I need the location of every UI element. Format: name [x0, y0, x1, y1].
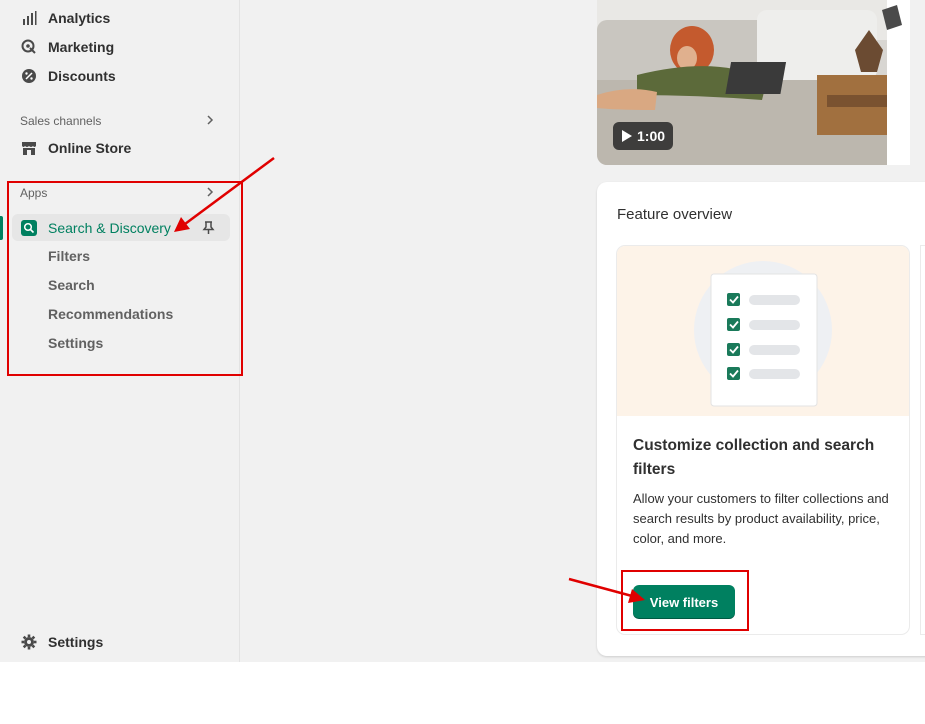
sidebar-item-settings[interactable]: Settings — [20, 631, 103, 653]
sidebar-subitem-recommendations[interactable]: Recommendations — [48, 306, 173, 322]
next-feature-card-edge — [921, 246, 925, 634]
feature-illustration — [617, 246, 909, 416]
analytics-icon — [20, 9, 38, 27]
sidebar-item-label: Search & Discovery — [48, 220, 171, 236]
video-duration: 1:00 — [637, 128, 666, 144]
active-indicator — [0, 216, 3, 240]
video-duration-badge[interactable]: 1:00 — [613, 122, 673, 150]
feature-card: Customize collection and search filters … — [617, 246, 909, 634]
play-icon — [622, 130, 632, 142]
sidebar-subitem-settings[interactable]: Settings — [48, 335, 103, 351]
feature-card-title: Customize collection and search filters — [633, 437, 875, 478]
discounts-icon — [20, 67, 38, 85]
sidebar-item-label: Settings — [48, 634, 104, 650]
sidebar-item-label: Marketing — [48, 39, 115, 55]
sidebar-item-discounts[interactable]: Discounts — [20, 65, 116, 87]
sidebar-item-label: Analytics — [48, 10, 111, 26]
gear-icon — [20, 633, 38, 651]
store-icon — [20, 139, 38, 157]
sidebar-subitem-filters[interactable]: Filters — [48, 248, 90, 264]
pin-icon[interactable] — [202, 221, 215, 235]
sidebar-item-online-store[interactable]: Online Store — [20, 137, 131, 159]
marketing-icon — [20, 38, 38, 56]
view-filters-button[interactable]: View filters — [633, 585, 735, 619]
sidebar-item-analytics[interactable]: Analytics — [20, 7, 110, 29]
chevron-right-icon[interactable] — [205, 187, 215, 197]
sidebar-subitem-search[interactable]: Search — [48, 277, 95, 293]
search-discovery-app-icon — [20, 219, 38, 237]
sidebar-item-label: Online Store — [48, 140, 132, 156]
sidebar-item-marketing[interactable]: Marketing — [20, 36, 114, 58]
apps-heading[interactable]: Apps — [20, 186, 47, 200]
chevron-right-icon[interactable] — [205, 115, 215, 125]
feature-overview-title: Feature overview — [617, 206, 733, 223]
sidebar-item-label: Discounts — [48, 68, 116, 84]
filter-checklist-illustration — [694, 261, 832, 407]
sales-channels-heading[interactable]: Sales channels — [20, 114, 101, 128]
sidebar-item-search-discovery-label[interactable]: Search & Discovery — [20, 217, 171, 239]
sidebar: Analytics Marketing Discounts Sales chan… — [0, 0, 240, 662]
feature-card-description: Allow your customers to filter collectio… — [633, 491, 889, 546]
